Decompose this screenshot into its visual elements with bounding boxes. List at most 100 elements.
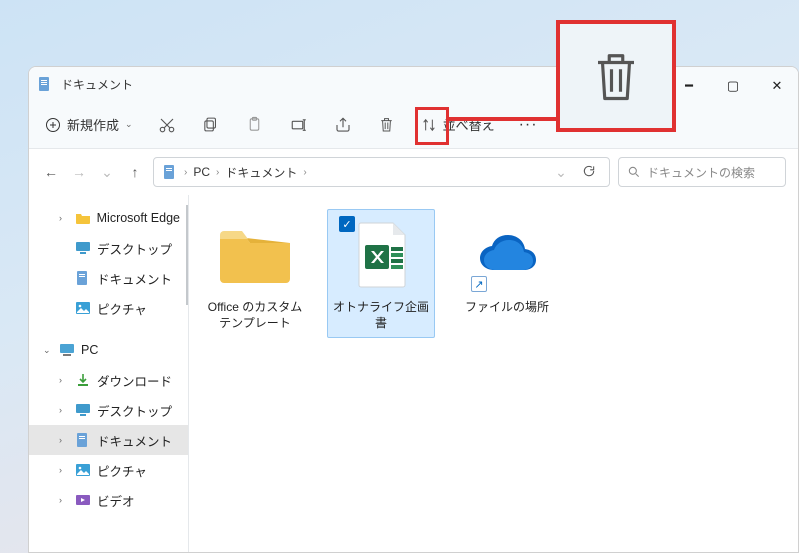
scrollbar[interactable] <box>186 205 188 305</box>
sidebar-item-label: ダウンロード <box>97 371 172 390</box>
cut-button[interactable] <box>157 115 177 135</box>
sidebar: › Microsoft Edge デスクトップ ドキュメント ピクチャ <box>29 195 189 552</box>
sidebar-item[interactable]: › Microsoft Edge <box>29 203 188 233</box>
copy-icon <box>202 116 219 133</box>
sidebar-item[interactable]: › ピクチャ <box>29 455 188 485</box>
chevron-right-icon[interactable]: › <box>59 375 69 385</box>
address-bar[interactable]: › PC › ドキュメント › ⌄ <box>153 157 610 187</box>
sidebar-item[interactable]: › ビデオ <box>29 485 188 515</box>
scissors-icon <box>158 116 176 134</box>
download-icon <box>75 372 91 388</box>
sidebar-item-label: Microsoft Edge <box>97 211 180 225</box>
sidebar-item-label: ドキュメント <box>97 431 172 450</box>
breadcrumb-folder[interactable]: ドキュメント <box>225 164 297 181</box>
close-button[interactable]: ✕ <box>762 73 792 99</box>
file-item-folder[interactable]: Office のカスタム テンプレート <box>201 209 309 338</box>
window-title: ドキュメント <box>61 76 133 93</box>
document-icon <box>75 432 91 448</box>
sidebar-item-label: ピクチャ <box>97 299 147 318</box>
sidebar-item-label: デスクトップ <box>97 239 172 258</box>
sidebar-item-label: ビデオ <box>97 491 135 510</box>
minimize-button[interactable]: ━ <box>674 73 704 99</box>
file-pane[interactable]: Office のカスタム テンプレート オトナライフ企画書 <box>189 195 798 552</box>
plus-circle-icon <box>45 117 61 133</box>
document-icon <box>37 76 53 92</box>
sidebar-item-label: ピクチャ <box>97 461 147 480</box>
chevron-down-icon[interactable]: ⌄ <box>43 345 53 356</box>
chevron-right-icon[interactable]: › <box>59 435 69 445</box>
sidebar-item-pc[interactable]: ⌄ PC <box>29 335 188 365</box>
sort-icon <box>421 117 437 133</box>
navbar: ← → ⌄ ↑ › PC › ドキュメント › ⌄ ドキュメントの検索 <box>29 149 798 195</box>
new-label: 新規作成 <box>67 115 119 134</box>
folder-icon <box>75 210 91 226</box>
share-icon <box>334 116 352 134</box>
rename-button[interactable] <box>289 115 309 135</box>
sort-label: 並べ替え <box>443 115 495 134</box>
file-label: オトナライフ企画書 <box>330 300 432 331</box>
share-button[interactable] <box>333 115 353 135</box>
chevron-right-icon: › <box>303 167 306 178</box>
breadcrumb-root[interactable]: PC <box>193 165 210 179</box>
trash-icon <box>378 116 395 133</box>
copy-button[interactable] <box>201 115 221 135</box>
forward-button[interactable]: → <box>69 162 89 182</box>
sort-button[interactable]: 並べ替え <box>421 115 495 134</box>
sidebar-item-label: PC <box>81 343 98 357</box>
onedrive-icon <box>476 234 538 276</box>
delete-callout <box>556 20 676 132</box>
clipboard-icon <box>246 116 263 133</box>
sidebar-item[interactable]: ドキュメント <box>29 263 188 293</box>
refresh-icon <box>582 164 596 178</box>
refresh-button[interactable] <box>577 164 601 181</box>
selection-check-icon[interactable] <box>339 216 355 232</box>
chevron-right-icon[interactable]: › <box>59 405 69 415</box>
paste-button[interactable] <box>245 115 265 135</box>
explorer-window: ━ ▢ ✕ ドキュメント 新規作成 ⌄ <box>28 66 799 553</box>
document-icon <box>75 270 91 286</box>
file-label: Office のカスタム テンプレート <box>204 300 306 331</box>
chevron-right-icon[interactable]: › <box>59 495 69 505</box>
window-controls: ━ ▢ ✕ <box>674 73 792 99</box>
chevron-right-icon: › <box>216 167 219 178</box>
body: › Microsoft Edge デスクトップ ドキュメント ピクチャ <box>29 195 798 552</box>
rename-icon <box>290 116 308 134</box>
file-label: ファイルの場所 <box>456 300 558 316</box>
chevron-right-icon[interactable]: › <box>59 465 69 475</box>
up-button[interactable]: ↑ <box>125 162 145 182</box>
trash-icon <box>589 46 643 106</box>
desktop-icon <box>75 240 91 256</box>
search-box[interactable]: ドキュメントの検索 <box>618 157 786 187</box>
sidebar-item[interactable]: デスクトップ <box>29 233 188 263</box>
maximize-button[interactable]: ▢ <box>718 73 748 99</box>
sidebar-item[interactable]: › ダウンロード <box>29 365 188 395</box>
new-button[interactable]: 新規作成 ⌄ <box>45 115 133 134</box>
document-icon <box>162 164 178 180</box>
video-icon <box>75 492 91 508</box>
sidebar-item-label: デスクトップ <box>97 401 172 420</box>
chevron-right-icon[interactable]: › <box>59 213 69 223</box>
back-button[interactable]: ← <box>41 162 61 182</box>
file-item-excel[interactable]: オトナライフ企画書 <box>327 209 435 338</box>
pictures-icon <box>75 300 91 316</box>
file-item-shortcut[interactable]: ↗ ファイルの場所 <box>453 209 561 323</box>
search-icon <box>627 165 641 179</box>
pictures-icon <box>75 462 91 478</box>
sidebar-item-label: ドキュメント <box>97 269 172 288</box>
addr-dropdown[interactable]: ⌄ <box>551 162 571 182</box>
sidebar-item[interactable]: › デスクトップ <box>29 395 188 425</box>
desktop-icon <box>75 402 91 418</box>
search-placeholder: ドキュメントの検索 <box>647 164 755 181</box>
excel-file-icon <box>345 219 417 291</box>
pc-icon <box>59 342 75 358</box>
chevron-down-icon: ⌄ <box>125 119 133 130</box>
toolbar: 新規作成 ⌄ 並べ替え ··· <box>29 101 798 149</box>
sidebar-item[interactable]: › ドキュメント <box>29 425 188 455</box>
shortcut-arrow-icon: ↗ <box>471 276 487 292</box>
chevron-right-icon: › <box>184 167 187 178</box>
more-button[interactable]: ··· <box>519 116 538 134</box>
sidebar-item[interactable]: ピクチャ <box>29 293 188 323</box>
folder-icon <box>216 223 294 287</box>
delete-button[interactable] <box>377 115 397 135</box>
recent-button[interactable]: ⌄ <box>97 162 117 182</box>
